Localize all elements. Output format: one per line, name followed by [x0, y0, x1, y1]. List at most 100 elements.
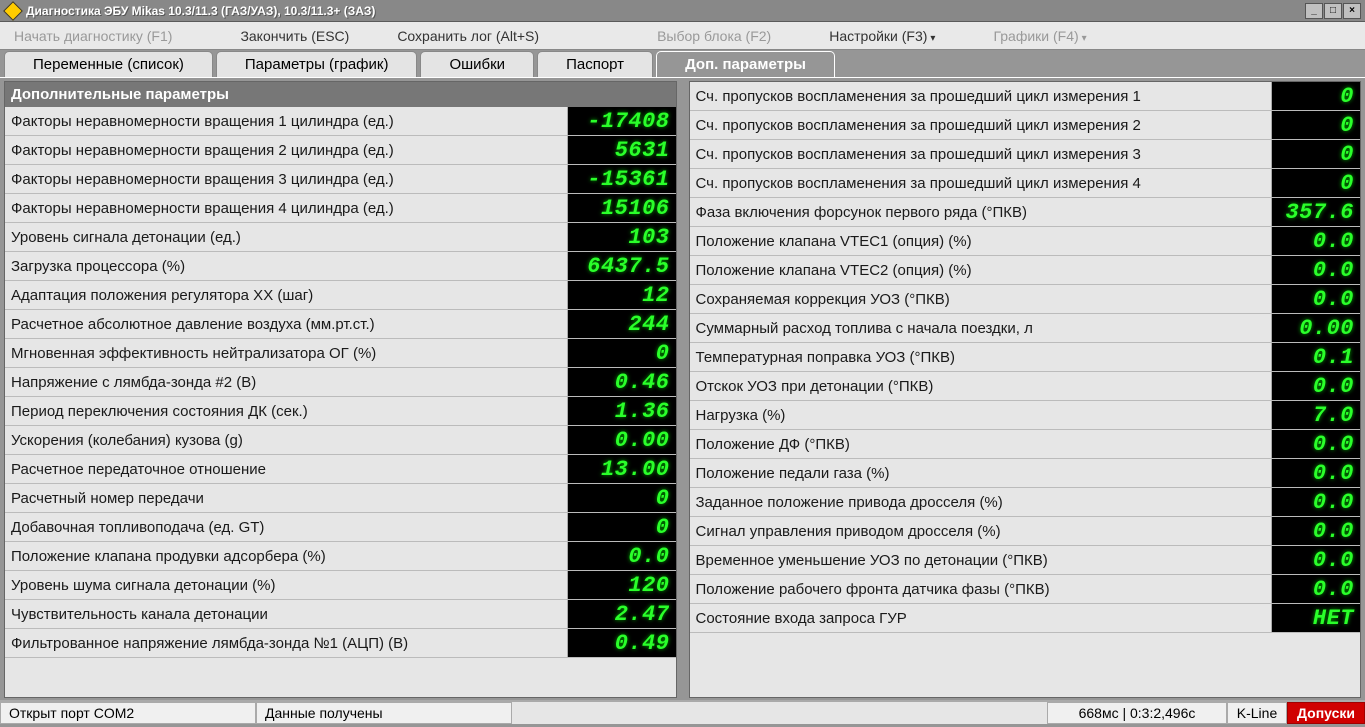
param-value: 0.0	[1272, 256, 1360, 284]
param-value: 13.00	[568, 455, 676, 483]
param-row[interactable]: Расчетное передаточное отношение13.00	[5, 455, 676, 484]
param-row[interactable]: Сч. пропусков воспламенения за прошедший…	[690, 169, 1361, 198]
param-row[interactable]: Факторы неравномерности вращения 3 цилин…	[5, 165, 676, 194]
param-value: 0.0	[1272, 227, 1360, 255]
param-row[interactable]: Положение клапана VTEC1 (опция) (%)0.0	[690, 227, 1361, 256]
param-label: Сч. пропусков воспламенения за прошедший…	[690, 111, 1273, 139]
param-row[interactable]: Сч. пропусков воспламенения за прошедший…	[690, 140, 1361, 169]
param-row[interactable]: Период переключения состояния ДК (сек.)1…	[5, 397, 676, 426]
param-value: 0.0	[1272, 546, 1360, 574]
param-label: Сохраняемая коррекция УОЗ (°ПКВ)	[690, 285, 1273, 313]
charts-button[interactable]: Графики (F4)	[983, 25, 1096, 47]
param-row[interactable]: Отскок УОЗ при детонации (°ПКВ)0.0	[690, 372, 1361, 401]
param-value: 0.0	[1272, 517, 1360, 545]
param-row[interactable]: Состояние входа запроса ГУРНЕТ	[690, 604, 1361, 633]
main-area: Дополнительные параметры Факторы неравно…	[0, 77, 1365, 700]
param-label: Фильтрованное напряжение лямбда-зонда №1…	[5, 629, 568, 657]
param-row[interactable]: Положение педали газа (%)0.0	[690, 459, 1361, 488]
status-data: Данные получены	[256, 702, 512, 724]
param-row[interactable]: Сигнал управления приводом дросселя (%)0…	[690, 517, 1361, 546]
tabs: Переменные (список) Параметры (график) О…	[0, 50, 1365, 77]
param-row[interactable]: Загрузка процессора (%)6437.5	[5, 252, 676, 281]
param-value: 0	[568, 513, 676, 541]
minimize-button[interactable]: _	[1305, 3, 1323, 19]
param-row[interactable]: Уровень шума сигнала детонации (%)120	[5, 571, 676, 600]
status-kline: K-Line	[1227, 702, 1287, 724]
param-row[interactable]: Мгновенная эффективность нейтрализатора …	[5, 339, 676, 368]
param-row[interactable]: Временное уменьшение УОЗ по детонации (°…	[690, 546, 1361, 575]
window-title: Диагностика ЭБУ Mikas 10.3/11.3 (ГАЗ/УАЗ…	[26, 4, 1305, 18]
right-panel: Сч. пропусков воспламенения за прошедший…	[689, 81, 1362, 698]
tab-params[interactable]: Параметры (график)	[216, 51, 418, 77]
param-row[interactable]: Сч. пропусков воспламенения за прошедший…	[690, 111, 1361, 140]
param-label: Факторы неравномерности вращения 4 цилин…	[5, 194, 568, 222]
param-row[interactable]: Заданное положение привода дросселя (%)0…	[690, 488, 1361, 517]
param-value: 0.1	[1272, 343, 1360, 371]
param-row[interactable]: Сохраняемая коррекция УОЗ (°ПКВ)0.0	[690, 285, 1361, 314]
param-row[interactable]: Положение клапана продувки адсорбера (%)…	[5, 542, 676, 571]
param-label: Положение клапана продувки адсорбера (%)	[5, 542, 568, 570]
param-row[interactable]: Нагрузка (%)7.0	[690, 401, 1361, 430]
param-label: Фаза включения форсунок первого ряда (°П…	[690, 198, 1273, 226]
param-value: 0.46	[568, 368, 676, 396]
title-bar: Диагностика ЭБУ Mikas 10.3/11.3 (ГАЗ/УАЗ…	[0, 0, 1365, 22]
param-label: Уровень шума сигнала детонации (%)	[5, 571, 568, 599]
param-row[interactable]: Ускорения (колебания) кузова (g)0.00	[5, 426, 676, 455]
tab-passport[interactable]: Паспорт	[537, 51, 653, 77]
param-row[interactable]: Факторы неравномерности вращения 1 цилин…	[5, 107, 676, 136]
param-row[interactable]: Адаптация положения регулятора ХХ (шаг)1…	[5, 281, 676, 310]
param-row[interactable]: Положение ДФ (°ПКВ)0.0	[690, 430, 1361, 459]
tab-extra[interactable]: Доп. параметры	[656, 51, 835, 77]
param-value: 12	[568, 281, 676, 309]
param-label: Чувствительность канала детонации	[5, 600, 568, 628]
param-value: 357.6	[1272, 198, 1360, 226]
maximize-button[interactable]: □	[1324, 3, 1342, 19]
param-row[interactable]: Фильтрованное напряжение лямбда-зонда №1…	[5, 629, 676, 658]
param-label: Напряжение с лямбда-зонда #2 (В)	[5, 368, 568, 396]
param-row[interactable]: Чувствительность канала детонации2.47	[5, 600, 676, 629]
param-value: НЕТ	[1272, 604, 1360, 632]
param-row[interactable]: Уровень сигнала детонации (ед.)103	[5, 223, 676, 252]
param-row[interactable]: Факторы неравномерности вращения 4 цилин…	[5, 194, 676, 223]
param-value: 0.0	[568, 542, 676, 570]
param-label: Нагрузка (%)	[690, 401, 1273, 429]
param-row[interactable]: Расчетное абсолютное давление воздуха (м…	[5, 310, 676, 339]
tab-errors[interactable]: Ошибки	[420, 51, 534, 77]
tab-variables[interactable]: Переменные (список)	[4, 51, 213, 77]
save-log-button[interactable]: Сохранить лог (Alt+S)	[387, 25, 549, 47]
param-label: Ускорения (колебания) кузова (g)	[5, 426, 568, 454]
param-row[interactable]: Положение рабочего фронта датчика фазы (…	[690, 575, 1361, 604]
end-diag-button[interactable]: Закончить (ESC)	[230, 25, 359, 47]
param-row[interactable]: Факторы неравномерности вращения 2 цилин…	[5, 136, 676, 165]
param-value: 1.36	[568, 397, 676, 425]
settings-button[interactable]: Настройки (F3)	[819, 25, 945, 47]
param-row[interactable]: Температурная поправка УОЗ (°ПКВ)0.1	[690, 343, 1361, 372]
param-row[interactable]: Добавочная топливоподача (ед. GT)0	[5, 513, 676, 542]
param-value: 7.0	[1272, 401, 1360, 429]
param-value: 0	[1272, 140, 1360, 168]
param-label: Отскок УОЗ при детонации (°ПКВ)	[690, 372, 1273, 400]
param-label: Загрузка процессора (%)	[5, 252, 568, 280]
param-row[interactable]: Фаза включения форсунок первого ряда (°П…	[690, 198, 1361, 227]
param-label: Уровень сигнала детонации (ед.)	[5, 223, 568, 251]
status-admit-button[interactable]: Допуски	[1287, 702, 1365, 724]
param-row[interactable]: Сч. пропусков воспламенения за прошедший…	[690, 82, 1361, 111]
status-timing: 668мс | 0:3:2,496с	[1047, 702, 1227, 724]
block-select-button[interactable]: Выбор блока (F2)	[647, 25, 781, 47]
start-diag-button[interactable]: Начать диагностику (F1)	[4, 25, 182, 47]
param-value: 0.49	[568, 629, 676, 657]
left-panel-body[interactable]: Факторы неравномерности вращения 1 цилин…	[5, 107, 676, 697]
param-label: Положение клапана VTEC1 (опция) (%)	[690, 227, 1273, 255]
param-label: Положение педали газа (%)	[690, 459, 1273, 487]
param-row[interactable]: Расчетный номер передачи0	[5, 484, 676, 513]
close-button[interactable]: ×	[1343, 3, 1361, 19]
param-value: 244	[568, 310, 676, 338]
param-label: Период переключения состояния ДК (сек.)	[5, 397, 568, 425]
param-row[interactable]: Напряжение с лямбда-зонда #2 (В)0.46	[5, 368, 676, 397]
param-label: Расчетное передаточное отношение	[5, 455, 568, 483]
param-row[interactable]: Положение клапана VTEC2 (опция) (%)0.0	[690, 256, 1361, 285]
param-row[interactable]: Суммарный расход топлива с начала поездк…	[690, 314, 1361, 343]
param-label: Расчетное абсолютное давление воздуха (м…	[5, 310, 568, 338]
param-label: Факторы неравномерности вращения 2 цилин…	[5, 136, 568, 164]
right-panel-body[interactable]: Сч. пропусков воспламенения за прошедший…	[690, 82, 1361, 697]
